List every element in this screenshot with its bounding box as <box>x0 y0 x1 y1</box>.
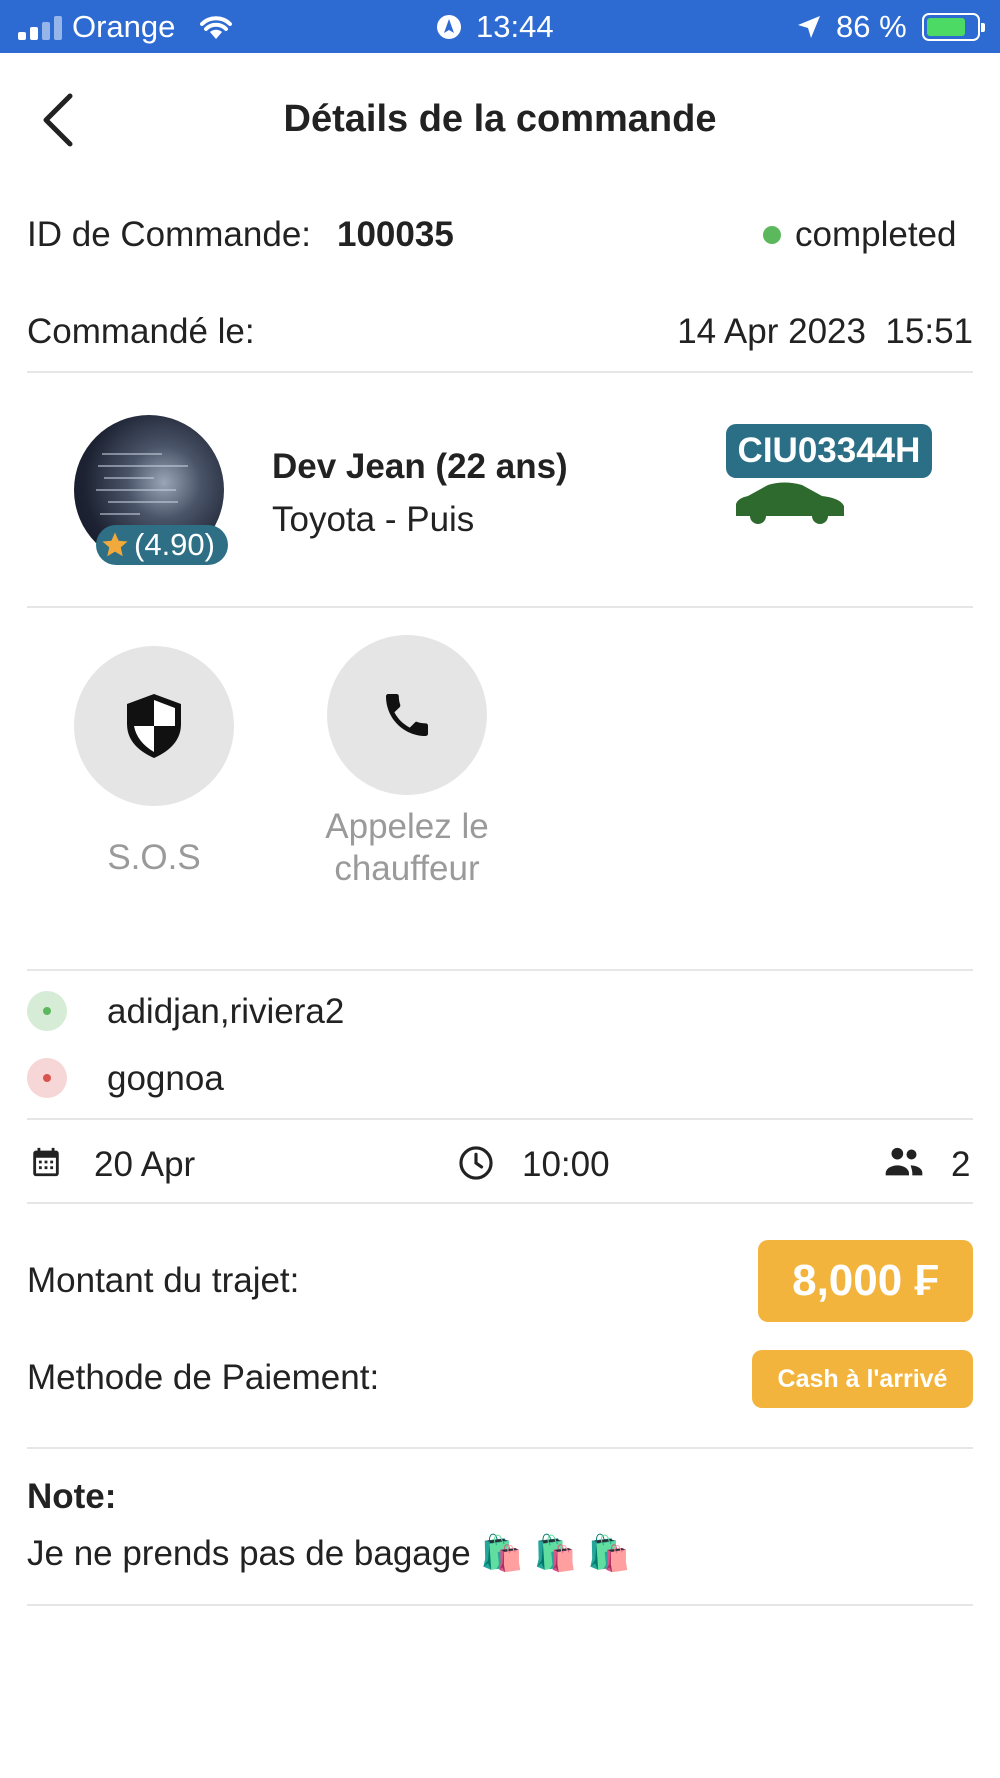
license-plate: CIU03344H <box>726 424 932 478</box>
status-bar: Orange 13:44 86 % <box>0 0 1000 53</box>
amount-badge: 8,000 ₣ <box>758 1240 973 1322</box>
order-date-label: Commandé le: <box>27 312 255 351</box>
pickup-address: adidjan,riviera2 <box>107 992 345 1031</box>
passenger-count: 2 <box>951 1145 971 1184</box>
divider <box>27 1447 973 1449</box>
trip-time: 10:00 <box>522 1145 610 1184</box>
carrier-label: Orange <box>72 9 176 44</box>
divider <box>27 1604 973 1606</box>
location-arrow-icon <box>798 16 820 38</box>
star-icon <box>102 532 128 557</box>
divider <box>27 969 973 971</box>
payment-method-badge: Cash à l'arrivé <box>752 1350 973 1408</box>
phone-icon <box>386 694 428 736</box>
call-label-line2: chauffeur <box>334 849 480 888</box>
car-icon <box>736 482 844 524</box>
payment-method-label: Methode de Paiement: <box>27 1358 380 1397</box>
pickup-dot-icon <box>27 991 67 1031</box>
divider <box>27 1202 973 1204</box>
driver-name: Dev Jean (22 ans) <box>272 447 568 486</box>
trip-date: 20 Apr <box>94 1145 196 1184</box>
call-driver-button[interactable] <box>327 635 487 795</box>
sos-label: S.O.S <box>107 838 201 877</box>
passengers-icon <box>885 1147 923 1176</box>
signal-icon <box>18 16 62 40</box>
wifi-icon <box>200 16 232 39</box>
order-status: completed <box>795 215 957 254</box>
navigation-icon <box>437 15 461 39</box>
dropoff-address: gognoa <box>107 1059 224 1098</box>
divider <box>27 1118 973 1120</box>
driver-rating: (4.90) <box>134 527 215 562</box>
note-label: Note: <box>27 1477 117 1516</box>
amount-label: Montant du trajet: <box>27 1261 300 1300</box>
status-time: 13:44 <box>476 9 554 44</box>
note-text: Je ne prends pas de bagage 🛍️ 🛍️ 🛍️ <box>27 1534 631 1573</box>
calendar-icon <box>33 1147 59 1177</box>
shield-icon <box>127 694 181 758</box>
dropoff-dot-icon <box>27 1058 67 1098</box>
battery-percent: 86 % <box>836 9 907 44</box>
order-id-label: ID de Commande: <box>27 215 312 254</box>
battery-icon <box>922 13 985 41</box>
sos-button[interactable] <box>74 646 234 806</box>
divider <box>27 606 973 608</box>
divider <box>27 371 973 373</box>
order-id-value: 100035 <box>337 215 454 254</box>
driver-rating-badge: (4.90) <box>96 525 228 565</box>
order-date-value: 14 Apr 2023 15:51 <box>677 312 973 351</box>
driver-car: Toyota - Puis <box>272 500 475 539</box>
call-label-line1: Appelez le <box>325 807 489 846</box>
status-dot <box>763 226 781 244</box>
page-title: Détails de la commande <box>283 98 717 140</box>
clock-icon <box>459 1146 493 1180</box>
